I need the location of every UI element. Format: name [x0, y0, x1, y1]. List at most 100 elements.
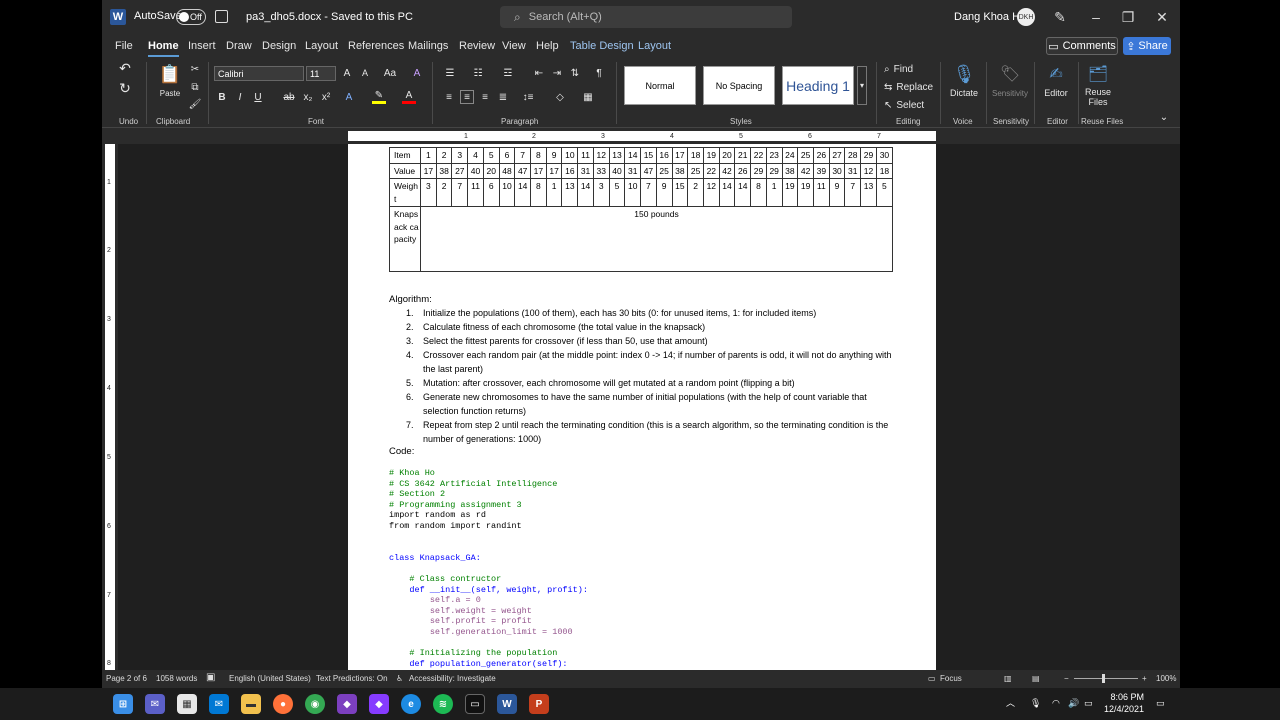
table-cell[interactable]: 27 — [451, 162, 469, 179]
pen-icon[interactable]: ✎ — [1050, 8, 1070, 26]
table-cell[interactable]: 15 — [640, 147, 657, 164]
tab-view[interactable]: View — [502, 40, 526, 52]
shading-icon[interactable]: ◇ — [552, 90, 568, 104]
reuse-files-label[interactable]: Reuse Files — [1080, 86, 1116, 108]
table-cell[interactable]: 12 — [592, 147, 610, 164]
terminal-icon[interactable]: ▭ — [465, 694, 485, 714]
table-cell[interactable]: 7 — [451, 178, 469, 207]
table-cell[interactable]: 26 — [812, 147, 830, 164]
text-predictions[interactable]: Text Predictions: On — [316, 674, 388, 683]
cut-icon[interactable]: ✂ — [188, 62, 202, 76]
tab-table-design[interactable]: Table Design — [570, 40, 634, 52]
font-size-select[interactable]: 11 — [306, 66, 336, 81]
zoom-out-icon[interactable]: − — [1064, 674, 1069, 683]
accessibility-icon[interactable]: ♿ — [396, 674, 403, 683]
justify-icon[interactable]: ≣ — [496, 90, 510, 104]
clock[interactable]: 8:06 PM 12/4/2021 — [1104, 691, 1144, 715]
table-header-cell[interactable]: Knapsack capacity — [389, 206, 421, 272]
vertical-ruler[interactable]: 1 2 3 4 5 6 7 8 — [102, 144, 118, 670]
bullets-icon[interactable]: ☰ — [442, 66, 458, 80]
table-cell[interactable]: 13 — [608, 147, 626, 164]
tab-draw[interactable]: Draw — [226, 40, 252, 52]
zoom-slider-thumb[interactable] — [1102, 674, 1105, 683]
ribbon-collapse-icon[interactable]: ⌄ — [1158, 112, 1170, 123]
table-cell[interactable]: 14 — [514, 178, 532, 207]
table-cell[interactable]: 14 — [718, 178, 736, 207]
dictate-label[interactable]: Dictate — [944, 88, 984, 98]
table-cell[interactable]: 8 — [530, 178, 547, 207]
table-cell[interactable]: 1 — [420, 147, 437, 164]
reuse-files-icon[interactable]: 🗂 — [1088, 62, 1108, 86]
table-cell[interactable]: 25 — [797, 147, 814, 164]
numbering-icon[interactable]: ☷ — [470, 66, 486, 80]
table-cell[interactable]: 31 — [577, 162, 594, 179]
styles-more-icon[interactable]: ▾ — [857, 66, 867, 105]
table-cell[interactable]: 5 — [482, 147, 500, 164]
table-cell[interactable]: 20 — [718, 147, 736, 164]
sort-icon[interactable]: ⇅ — [568, 66, 582, 80]
paste-label[interactable]: Paste — [154, 88, 186, 98]
editor-icon[interactable]: ✍ — [1046, 62, 1066, 86]
table-cell[interactable]: 29 — [765, 162, 783, 179]
table-cell[interactable]: 22 — [702, 162, 720, 179]
volume-icon[interactable]: 🔊 — [1068, 697, 1079, 709]
grow-font-icon[interactable]: A — [340, 66, 354, 80]
borders-icon[interactable]: ▦ — [580, 90, 596, 104]
horizontal-ruler[interactable] — [102, 128, 1180, 144]
table-cell[interactable]: 1 — [765, 178, 783, 207]
tab-layout[interactable]: Layout — [305, 40, 338, 52]
read-mode-icon[interactable]: ▥ — [1004, 674, 1012, 683]
table-cell[interactable]: 19 — [781, 178, 799, 207]
file-explorer-icon[interactable]: ▬ — [241, 694, 261, 714]
shrink-font-icon[interactable]: A — [358, 66, 372, 80]
notifications-icon[interactable]: ▭ — [1156, 697, 1165, 709]
tab-design[interactable]: Design — [262, 40, 296, 52]
font-color-icon[interactable]: A — [402, 90, 416, 104]
tab-mailings[interactable]: Mailings — [408, 40, 448, 52]
visual-studio-icon[interactable]: ◆ — [337, 694, 357, 714]
table-cell[interactable]: 6 — [482, 178, 500, 207]
table-header-cell[interactable]: Weight — [389, 178, 421, 207]
superscript-icon[interactable]: x² — [320, 90, 332, 104]
table-cell[interactable]: 38 — [435, 162, 453, 179]
text-effects-icon[interactable]: A — [342, 90, 356, 104]
style-normal[interactable]: Normal — [624, 66, 696, 105]
table-cell[interactable]: 12 — [702, 178, 720, 207]
clear-formatting-icon[interactable]: A — [410, 66, 424, 80]
table-cell[interactable]: 38 — [671, 162, 689, 179]
table-cell[interactable]: 38 — [781, 162, 799, 179]
style-heading-1[interactable]: Heading 1 — [782, 66, 854, 105]
table-cell[interactable]: 14 — [577, 178, 594, 207]
table-cell[interactable]: 31 — [624, 162, 642, 179]
document-title[interactable]: pa3_dho5.docx - Saved to this PC — [246, 11, 413, 23]
close-icon[interactable]: ✕ — [1152, 8, 1172, 26]
table-cell[interactable]: 30 — [875, 147, 894, 164]
decrease-indent-icon[interactable]: ⇤ — [532, 66, 546, 80]
page-counter[interactable]: Page 2 of 6 — [106, 674, 147, 683]
align-center-icon[interactable]: ≡ — [460, 90, 474, 104]
table-cell[interactable]: 7 — [514, 147, 532, 164]
editor-label[interactable]: Editor — [1038, 88, 1074, 98]
change-case-icon[interactable]: Aa — [380, 66, 400, 80]
italic-icon[interactable]: I — [234, 90, 246, 104]
tab-references[interactable]: References — [348, 40, 404, 52]
font-name-select[interactable]: Calibri — [214, 66, 304, 81]
increase-indent-icon[interactable]: ⇥ — [550, 66, 564, 80]
table-cell[interactable]: 13 — [860, 178, 877, 207]
align-right-icon[interactable]: ≡ — [478, 90, 492, 104]
word-count[interactable]: 1058 words — [156, 674, 197, 683]
table-cell[interactable]: 9 — [828, 178, 846, 207]
table-header-cell[interactable]: Item — [389, 147, 421, 164]
table-cell[interactable]: 31 — [844, 162, 862, 179]
table-cell[interactable]: 19 — [702, 147, 720, 164]
search-box[interactable]: ⌕ Search (Alt+Q) — [500, 6, 792, 28]
replace-button[interactable]: ⇆ Replace — [884, 80, 934, 94]
table-cell[interactable]: 24 — [781, 147, 799, 164]
table-cell[interactable]: 30 — [828, 162, 846, 179]
table-cell[interactable]: 3 — [451, 147, 469, 164]
visual-studio-preview-icon[interactable]: ◆ — [369, 694, 389, 714]
table-cell[interactable]: 42 — [797, 162, 814, 179]
table-cell[interactable]: 8 — [750, 178, 767, 207]
table-cell[interactable]: 14 — [734, 178, 752, 207]
table-cell[interactable]: 1 — [545, 178, 563, 207]
